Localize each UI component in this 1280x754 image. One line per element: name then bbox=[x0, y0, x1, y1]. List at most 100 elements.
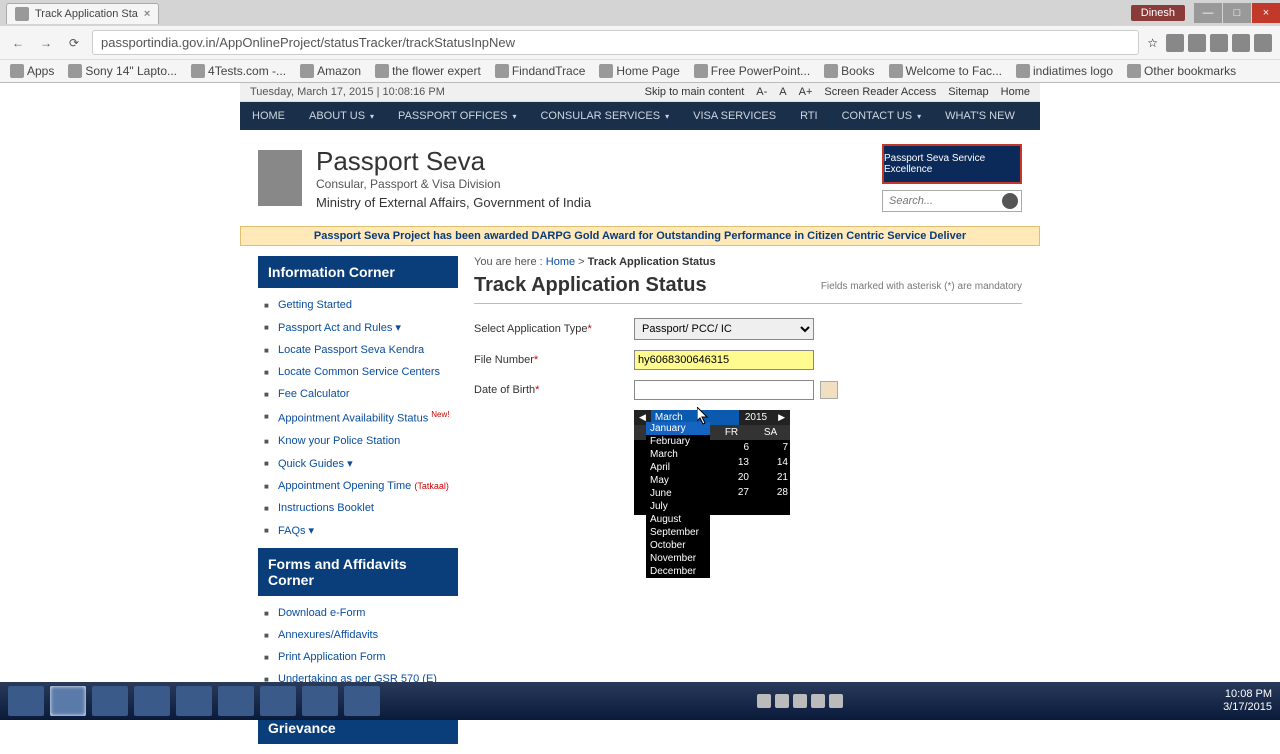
tray-icon[interactable] bbox=[811, 694, 825, 708]
tray-icon[interactable] bbox=[757, 694, 771, 708]
nav-item[interactable]: VISA SERVICES bbox=[681, 102, 788, 130]
app-icon[interactable] bbox=[134, 686, 170, 716]
sidebar-item[interactable]: Appointment Opening Time (Tatkaal) bbox=[258, 475, 458, 497]
profile-badge[interactable]: Dinesh bbox=[1131, 5, 1185, 21]
skip-link[interactable]: Skip to main content bbox=[645, 86, 745, 98]
bookmark-item[interactable]: Free PowerPoint... bbox=[694, 64, 810, 78]
bookmark-item[interactable]: FindandTrace bbox=[495, 64, 586, 78]
bookmark-item[interactable]: Sony 14" Lapto... bbox=[68, 64, 177, 78]
reload-button[interactable]: ⟳ bbox=[64, 33, 84, 53]
sitemap-link[interactable]: Sitemap bbox=[948, 86, 988, 98]
tray-icon[interactable] bbox=[775, 694, 789, 708]
forward-button[interactable]: → bbox=[36, 33, 56, 53]
sidebar-item[interactable]: Know your Police Station bbox=[258, 430, 458, 452]
day-cell[interactable]: 27 bbox=[712, 485, 751, 500]
month-option[interactable]: September bbox=[646, 526, 710, 539]
bookmark-item[interactable]: 4Tests.com -... bbox=[191, 64, 286, 78]
sidebar-item[interactable]: Locate Common Service Centers bbox=[258, 361, 458, 383]
day-cell[interactable]: 21 bbox=[751, 470, 790, 485]
month-option[interactable]: August bbox=[646, 513, 710, 526]
search-icon[interactable] bbox=[1002, 193, 1018, 209]
month-option[interactable]: April bbox=[646, 461, 710, 474]
month-option[interactable]: December bbox=[646, 565, 710, 578]
sidebar-item[interactable]: Annexures/Affidavits bbox=[258, 624, 458, 646]
maximize-button[interactable]: □ bbox=[1223, 3, 1251, 23]
nav-item[interactable]: ABOUT US bbox=[297, 102, 386, 130]
ext-icon[interactable] bbox=[1210, 34, 1228, 52]
tray-icon[interactable] bbox=[829, 694, 843, 708]
bookmark-item[interactable]: indiatimes logo bbox=[1016, 64, 1113, 78]
font-inc[interactable]: A+ bbox=[799, 86, 813, 98]
next-month-button[interactable]: ▶ bbox=[773, 410, 790, 425]
month-option[interactable]: November bbox=[646, 552, 710, 565]
month-option[interactable]: July bbox=[646, 500, 710, 513]
site-search-input[interactable] bbox=[882, 190, 1022, 212]
tab-close-icon[interactable]: × bbox=[144, 8, 150, 20]
bookmark-item[interactable]: Welcome to Fac... bbox=[889, 64, 1002, 78]
breadcrumb-home[interactable]: Home bbox=[546, 256, 575, 268]
sidebar-item[interactable]: Download e-Form bbox=[258, 602, 458, 624]
sidebar-item[interactable]: Locate Passport Seva Kendra bbox=[258, 339, 458, 361]
minimize-button[interactable]: — bbox=[1194, 3, 1222, 23]
back-button[interactable]: ← bbox=[8, 33, 28, 53]
sidebar-item[interactable]: Instructions Booklet bbox=[258, 497, 458, 519]
bookmark-item[interactable]: the flower expert bbox=[375, 64, 481, 78]
bookmark-item[interactable]: Apps bbox=[10, 64, 54, 78]
chrome-icon[interactable] bbox=[50, 686, 86, 716]
sidebar-item[interactable]: Getting Started bbox=[258, 294, 458, 316]
explorer-icon[interactable] bbox=[8, 686, 44, 716]
font-dec[interactable]: A- bbox=[756, 86, 767, 98]
browser-tab[interactable]: Track Application Sta × bbox=[6, 3, 159, 24]
sidebar-item[interactable]: Fee Calculator bbox=[258, 383, 458, 405]
day-cell[interactable]: 6 bbox=[712, 440, 751, 455]
app-icon[interactable] bbox=[218, 686, 254, 716]
month-option[interactable]: October bbox=[646, 539, 710, 552]
calendar-icon[interactable] bbox=[820, 381, 838, 399]
month-option[interactable]: March bbox=[646, 448, 710, 461]
nav-item[interactable]: WHAT'S NEW bbox=[933, 102, 1027, 130]
day-cell[interactable] bbox=[712, 500, 751, 515]
ext-icon[interactable] bbox=[1232, 34, 1250, 52]
app-icon[interactable] bbox=[344, 686, 380, 716]
day-cell[interactable] bbox=[751, 500, 790, 515]
year-display[interactable]: 2015 bbox=[739, 410, 773, 425]
nav-item[interactable]: PASSPORT OFFICES bbox=[386, 102, 528, 130]
bookmark-item[interactable]: Home Page bbox=[599, 64, 679, 78]
nav-item[interactable]: CONTACT US bbox=[830, 102, 934, 130]
ext-icon[interactable] bbox=[1188, 34, 1206, 52]
nav-item[interactable]: CONSULAR SERVICES bbox=[528, 102, 681, 130]
sidebar-item[interactable]: Print Application Form bbox=[258, 646, 458, 668]
day-cell[interactable]: 14 bbox=[751, 455, 790, 470]
sidebar-item[interactable]: Appointment Availability Status New! bbox=[258, 405, 458, 430]
menu-icon[interactable] bbox=[1254, 34, 1272, 52]
close-button[interactable]: × bbox=[1252, 3, 1280, 23]
dob-input[interactable] bbox=[634, 380, 814, 400]
day-cell[interactable]: 7 bbox=[751, 440, 790, 455]
nav-item[interactable]: RTI bbox=[788, 102, 830, 130]
month-option[interactable]: February bbox=[646, 435, 710, 448]
bookmark-item[interactable]: Books bbox=[824, 64, 874, 78]
file-number-input[interactable] bbox=[634, 350, 814, 370]
nav-item[interactable]: HOME bbox=[240, 102, 297, 130]
sidebar-item[interactable]: FAQs ▾ bbox=[258, 519, 458, 542]
tray-icon[interactable] bbox=[793, 694, 807, 708]
font-base[interactable]: A bbox=[779, 86, 786, 98]
ext-icon[interactable] bbox=[1166, 34, 1184, 52]
app-icon[interactable] bbox=[92, 686, 128, 716]
app-type-select[interactable]: Passport/ PCC/ IC bbox=[634, 318, 814, 340]
sidebar-item[interactable]: Quick Guides ▾ bbox=[258, 452, 458, 475]
bookmark-item[interactable]: Other bookmarks bbox=[1127, 64, 1236, 78]
day-cell[interactable]: 28 bbox=[751, 485, 790, 500]
bookmark-item[interactable]: Amazon bbox=[300, 64, 361, 78]
taskbar-clock[interactable]: 10:08 PM3/17/2015 bbox=[1223, 688, 1272, 714]
app-icon[interactable] bbox=[176, 686, 212, 716]
sidebar-item[interactable]: Passport Act and Rules ▾ bbox=[258, 316, 458, 339]
month-option[interactable]: January bbox=[646, 422, 710, 435]
day-cell[interactable]: 20 bbox=[712, 470, 751, 485]
day-cell[interactable]: 13 bbox=[712, 455, 751, 470]
url-input[interactable]: passportindia.gov.in/AppOnlineProject/st… bbox=[92, 30, 1139, 55]
screen-reader-link[interactable]: Screen Reader Access bbox=[824, 86, 936, 98]
app-icon[interactable] bbox=[302, 686, 338, 716]
app-icon[interactable] bbox=[260, 686, 296, 716]
month-option[interactable]: June bbox=[646, 487, 710, 500]
